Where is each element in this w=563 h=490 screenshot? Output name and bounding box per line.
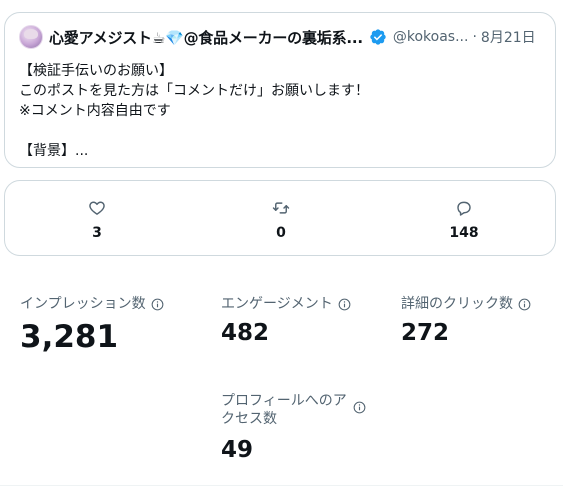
metric-label: エンゲージメント — [221, 296, 333, 312]
metric-profile-visits: プロフィールへのア クセス数 49 — [221, 392, 366, 464]
info-icon[interactable] — [353, 401, 366, 414]
engagement-actions-card: 3 0 148 — [4, 180, 556, 256]
tweet-timestamp[interactable]: 8月21日 — [481, 27, 536, 47]
heart-icon — [89, 201, 105, 215]
tweet-text-line: このポストを見た方は「コメントだけ」お願いします！ — [19, 83, 369, 99]
metric-value: 482 — [221, 320, 270, 346]
tweet-text-blank-line — [19, 121, 543, 141]
metric-detail-clicks: 詳細のクリック数 272 — [401, 295, 531, 347]
reply-count: 148 — [449, 225, 479, 241]
avatar[interactable] — [19, 25, 43, 49]
metric-value: 272 — [401, 320, 450, 346]
metric-label: 詳細のクリック数 — [401, 296, 513, 312]
quoted-tweet-card[interactable]: 心愛アメジスト☕💎@食品メーカーの裏垢系... @kokoas... · 8月2… — [4, 12, 556, 168]
metric-impressions: インプレッション数 3,281 — [20, 295, 164, 355]
metric-value: 3,281 — [20, 319, 119, 355]
like-count: 3 — [92, 225, 102, 241]
tweet-header: 心愛アメジスト☕💎@食品メーカーの裏垢系... @kokoas... · 8月2… — [19, 25, 543, 49]
reply-icon — [457, 201, 471, 216]
metric-value: 49 — [221, 437, 254, 463]
metric-label: プロフィールへのア — [221, 393, 347, 409]
metric-engagements: エンゲージメント 482 — [221, 295, 351, 347]
info-icon[interactable] — [338, 298, 351, 311]
metric-label: インプレッション数 — [20, 296, 146, 312]
author-handle[interactable]: @kokoas... — [393, 29, 469, 45]
repost-count: 0 — [276, 225, 286, 241]
info-icon[interactable] — [518, 298, 531, 311]
tweet-text: 【検証手伝いのお願い】 このポストを見た方は「コメントだけ」お願いします！ ※コ… — [19, 61, 543, 161]
divider — [0, 485, 563, 486]
tweet-text-line: 【検証手伝いのお願い】 — [19, 63, 173, 79]
repost-icon — [272, 202, 290, 214]
header-separator: · — [472, 29, 477, 45]
like-button[interactable]: 3 — [77, 199, 117, 241]
tweet-text-line: ※コメント内容自由です — [19, 103, 171, 119]
verified-badge-icon — [370, 29, 386, 45]
tweet-text-line: 【背景】... — [19, 143, 89, 159]
reply-button[interactable]: 148 — [444, 199, 484, 241]
info-icon[interactable] — [151, 298, 164, 311]
repost-button[interactable]: 0 — [261, 199, 301, 241]
author-name[interactable]: 心愛アメジスト☕💎@食品メーカーの裏垢系... — [49, 27, 363, 48]
metric-label: クセス数 — [221, 411, 277, 427]
